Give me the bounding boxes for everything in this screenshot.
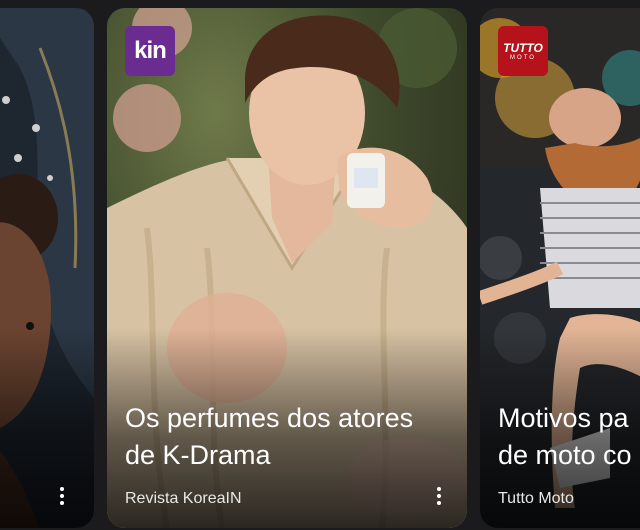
publisher-logo-text: kin xyxy=(134,37,167,64)
news-card-main[interactable]: kin Os perfumes dos atores de K-Drama Re… xyxy=(107,8,467,528)
card-title: e xyxy=(0,437,1,474)
news-card-left[interactable]: e xyxy=(0,8,94,528)
publisher-logo: TUTTO MOTO xyxy=(498,26,548,76)
card-source: Revista KoreaIN xyxy=(125,490,242,507)
card-source: Tutto Moto xyxy=(498,490,574,507)
publisher-logo-subtext: MOTO xyxy=(510,54,536,61)
news-card-right[interactable]: TUTTO MOTO Motivos pa de moto co Tutto M… xyxy=(480,8,640,528)
card-title: Motivos pa de moto co xyxy=(498,403,632,470)
more-vert-icon[interactable] xyxy=(52,484,72,508)
publisher-logo-text: TUTTO xyxy=(503,40,543,55)
card-gradient xyxy=(0,328,94,528)
card-title: Os perfumes dos atores de K-Drama xyxy=(125,403,414,470)
more-vert-icon[interactable] xyxy=(429,484,449,508)
publisher-logo: kin xyxy=(125,26,175,76)
